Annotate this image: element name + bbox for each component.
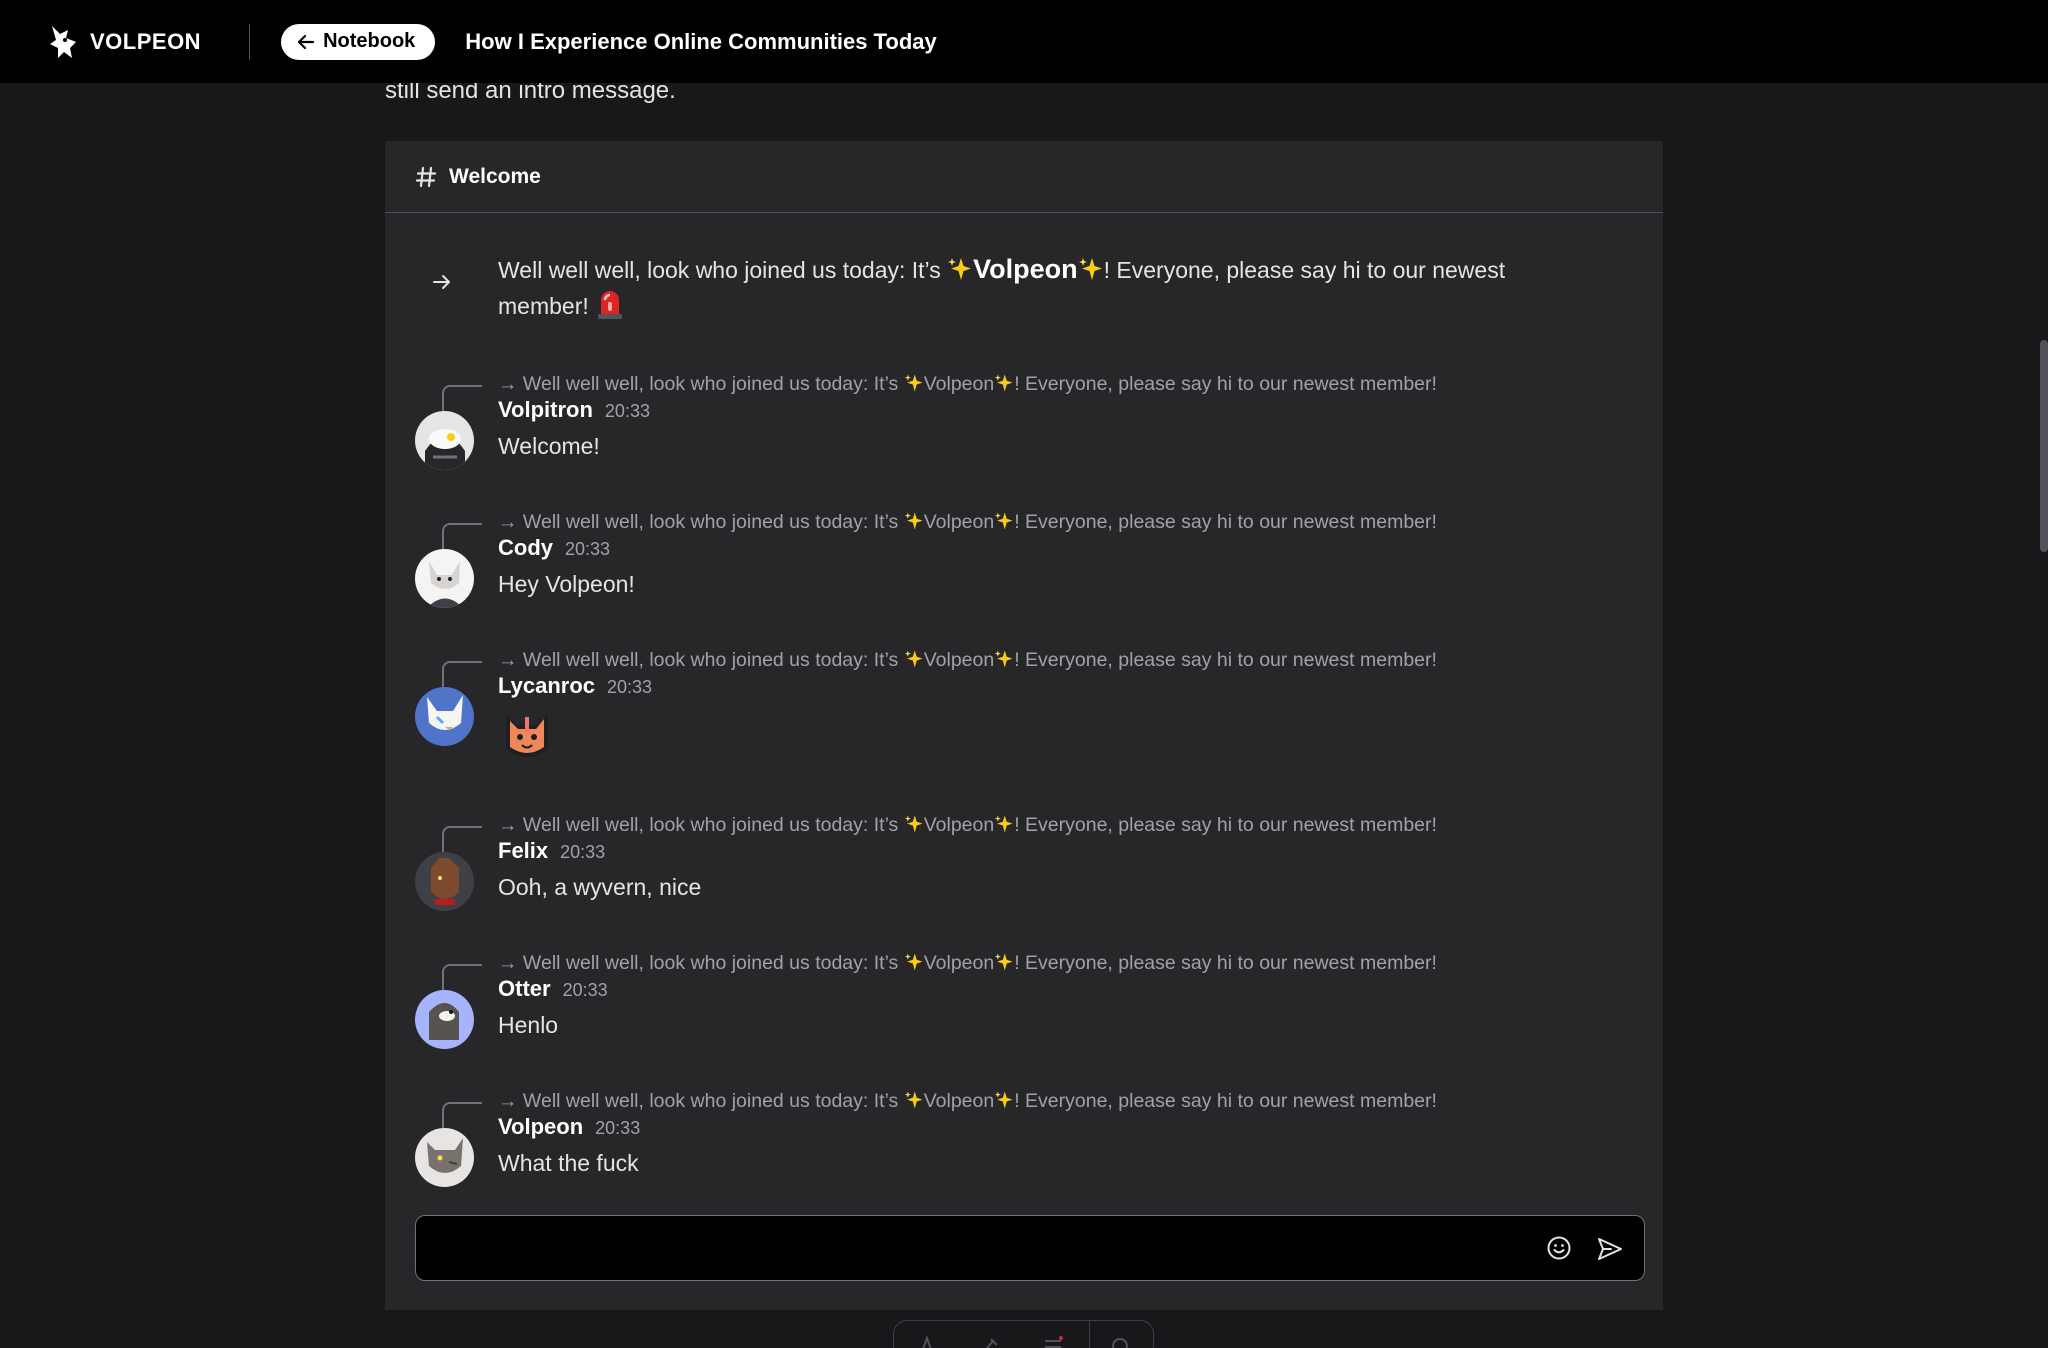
- reply-quote[interactable]: → Well well well, look who joined us tod…: [498, 812, 1437, 838]
- message-author[interactable]: Otter: [498, 976, 551, 1002]
- send-icon[interactable]: [1596, 1235, 1624, 1263]
- reply-quote[interactable]: → Well well well, look who joined us tod…: [498, 950, 1437, 976]
- siren-icon: [598, 291, 623, 319]
- arrow-left-icon: [297, 34, 315, 49]
- chat-message: → Well well well, look who joined us tod…: [385, 371, 1663, 491]
- sparkles-icon: [994, 650, 1013, 668]
- new-member-name: Volpeon: [973, 254, 1078, 284]
- message-author[interactable]: Cody: [498, 535, 553, 561]
- sparkles-icon: [904, 512, 923, 530]
- reply-connector: [442, 1102, 482, 1128]
- message-timestamp: 20:33: [607, 677, 653, 697]
- system-join-message: Well well well, look who joined us today…: [385, 251, 1663, 324]
- message-author[interactable]: Volpeon: [498, 1114, 583, 1140]
- brand-name: VOLPEON: [90, 28, 202, 54]
- message-text: Henlo: [498, 1012, 559, 1038]
- wolf-avatar[interactable]: [415, 687, 474, 746]
- message-input[interactable]: [432, 1226, 1532, 1270]
- brush-icon[interactable]: [979, 1335, 1001, 1348]
- message-header: Felix 20:33: [498, 838, 605, 864]
- sparkles-icon: [994, 1091, 1013, 1109]
- message-text: Hey Volpeon!: [498, 571, 635, 597]
- toolbar-separator: [1089, 1321, 1090, 1348]
- header-divider: [249, 23, 251, 60]
- chat-message: → Well well well, look who joined us tod…: [385, 509, 1663, 629]
- reply-quote[interactable]: → Well well well, look who joined us tod…: [498, 371, 1437, 397]
- message-timestamp: 20:33: [595, 1118, 641, 1138]
- page-title: How I Experience Online Communities Toda…: [465, 28, 937, 54]
- cat-avatar[interactable]: [415, 549, 474, 608]
- channel-header: Welcome: [385, 141, 1663, 213]
- message-author[interactable]: Lycanroc: [498, 673, 595, 699]
- chat-message: → Well well well, look who joined us tod…: [385, 1088, 1663, 1208]
- arrow-right-icon: [432, 275, 450, 289]
- gear-icon[interactable]: [1109, 1335, 1131, 1348]
- message-author[interactable]: Felix: [498, 838, 548, 864]
- message-header: Volpitron 20:33: [498, 397, 650, 423]
- floating-toolbar: [893, 1320, 1154, 1348]
- message-timestamp: 20:33: [562, 980, 608, 1000]
- reply-connector: [442, 385, 482, 411]
- wyvern-logo-icon: [50, 25, 76, 58]
- reply-connector: [442, 964, 482, 990]
- message-header: Otter 20:33: [498, 976, 608, 1002]
- system-message-text: Well well well, look who joined us today…: [498, 254, 1506, 319]
- message-header: Cody 20:33: [498, 535, 610, 561]
- message-timestamp: 20:33: [560, 842, 606, 862]
- list-icon[interactable]: [1042, 1335, 1064, 1348]
- hash-icon: [415, 166, 437, 187]
- reply-quote[interactable]: → Well well well, look who joined us tod…: [498, 1088, 1437, 1114]
- message-composer: [415, 1215, 1645, 1281]
- reply-connector: [442, 523, 482, 549]
- brand-logo[interactable]: VOLPEON: [46, 24, 201, 60]
- dragon-avatar[interactable]: [415, 852, 474, 911]
- sparkles-icon: [904, 1091, 923, 1109]
- chat-message: → Well well well, look who joined us tod…: [385, 812, 1663, 932]
- sparkles-icon: [904, 953, 923, 971]
- message-header: Lycanroc 20:33: [498, 673, 652, 699]
- font-icon[interactable]: [916, 1335, 938, 1348]
- fox-sticker-icon: [498, 705, 556, 763]
- message-timestamp: 20:33: [604, 401, 650, 421]
- chat-panel: Welcome Well well well, look who joined …: [385, 141, 1663, 1310]
- message-text: Ooh, a wyvern, nice: [498, 874, 702, 900]
- reply-quote[interactable]: → Well well well, look who joined us tod…: [498, 647, 1437, 673]
- chat-message: → Well well well, look who joined us tod…: [385, 950, 1663, 1070]
- message-text: Welcome!: [498, 433, 600, 459]
- reply-quote[interactable]: → Well well well, look who joined us tod…: [498, 509, 1437, 535]
- reply-connector: [442, 661, 482, 687]
- message-text: What the fuck: [498, 1150, 639, 1176]
- sparkles-icon: [904, 374, 923, 392]
- message-author[interactable]: Volpitron: [498, 397, 593, 423]
- page-scrollbar[interactable]: [2040, 340, 2048, 552]
- wyvern-avatar[interactable]: [415, 1128, 474, 1187]
- top-navigation-bar: VOLPEON Notebook How I Experience Online…: [0, 0, 2048, 83]
- robot-avatar[interactable]: [415, 411, 474, 470]
- message-header: Volpeon 20:33: [498, 1114, 640, 1140]
- smiley-icon[interactable]: [1546, 1235, 1572, 1261]
- chat-message: → Well well well, look who joined us tod…: [385, 647, 1663, 767]
- back-to-notebook-button[interactable]: Notebook: [281, 23, 436, 60]
- sparkles-icon: [1078, 258, 1102, 280]
- channel-name: Welcome: [449, 164, 541, 188]
- otter-avatar[interactable]: [415, 990, 474, 1049]
- sparkles-icon: [994, 374, 1013, 392]
- message-timestamp: 20:33: [565, 539, 611, 559]
- sparkles-icon: [904, 650, 923, 668]
- back-button-label: Notebook: [323, 30, 416, 52]
- sparkles-icon: [904, 815, 923, 833]
- reply-connector: [442, 826, 482, 852]
- sparkles-icon: [994, 953, 1013, 971]
- sparkles-icon: [948, 258, 972, 280]
- sparkles-icon: [994, 815, 1013, 833]
- sparkles-icon: [994, 512, 1013, 530]
